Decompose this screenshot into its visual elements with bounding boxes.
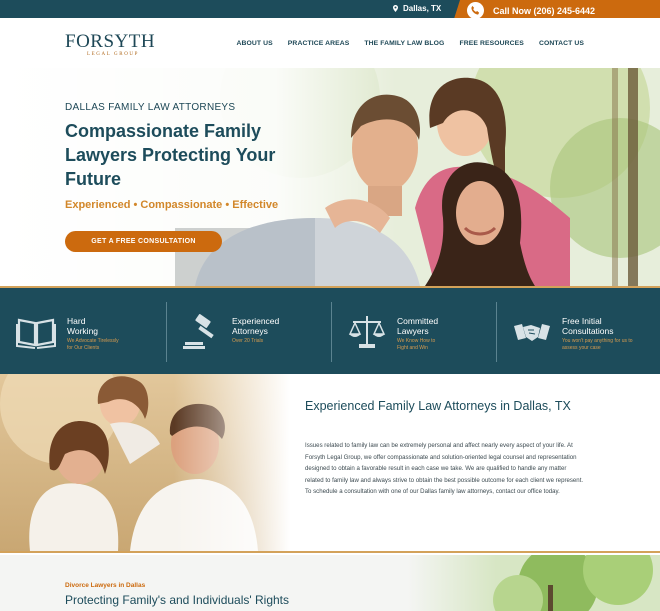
book-icon: [16, 318, 56, 349]
nav-practice-areas[interactable]: PRACTICE AREAS: [288, 40, 350, 47]
divorce-section: Divorce Lawyers in Dallas Protecting Fam…: [0, 555, 660, 611]
main-nav: ABOUT US PRACTICE AREAS THE FAMILY LAW B…: [237, 40, 585, 47]
site-logo[interactable]: FORSYTH LEGAL GROUP: [65, 31, 155, 57]
feature-desc: Over 20 Trials: [232, 338, 264, 344]
feature-committed-lawyers: Committed Lawyers We Know How to Fight a…: [331, 288, 496, 374]
location-text: Dallas, TX: [403, 4, 442, 13]
hero-kicker: DALLAS FAMILY LAW ATTORNEYS: [65, 102, 236, 113]
logo-name: FORSYTH: [65, 31, 156, 52]
trees-image: [408, 555, 660, 611]
feature-desc: We Know How to Fight and Win: [397, 338, 436, 351]
nav-contact-us[interactable]: CONTACT US: [539, 40, 584, 47]
about-body: Issues related to family law can be extr…: [305, 442, 584, 496]
features-bar: Hard Working We Advocate Tirelessly for …: [0, 286, 660, 374]
feature-hard-working: Hard Working We Advocate Tirelessly for …: [0, 288, 165, 374]
hero-section: DALLAS FAMILY LAW ATTORNEYS Compassionat…: [0, 68, 660, 286]
feature-title: Committed Lawyers: [397, 316, 439, 336]
about-heading: Experienced Family Law Attorneys in Dall…: [305, 399, 571, 413]
hero-tagline: Experienced • Compassionate • Effective: [65, 199, 279, 211]
family-photo-2: [0, 374, 290, 551]
map-pin-icon: [393, 5, 398, 12]
nav-free-resources[interactable]: FREE RESOURCES: [459, 40, 523, 47]
free-consultation-button[interactable]: GET A FREE CONSULTATION: [65, 231, 222, 252]
feature-title: Hard Working: [67, 316, 99, 336]
hero-content: DALLAS FAMILY LAW ATTORNEYS Compassionat…: [65, 102, 315, 252]
feature-desc: We Advocate Tirelessly for Our Clients: [67, 338, 119, 351]
feature-experienced-attorneys: Experienced Attorneys Over 20 Trials: [166, 288, 331, 374]
location: Dallas, TX: [392, 0, 441, 18]
feature-title: Experienced Attorneys: [232, 316, 280, 336]
phone-icon: [467, 2, 484, 19]
gavel-icon: [183, 314, 214, 349]
site-header: FORSYTH LEGAL GROUP ABOUT US PRACTICE AR…: [0, 18, 660, 68]
divorce-heading: Protecting Family's and Individuals' Rig…: [65, 593, 290, 607]
feature-title: Free Initial Consultations: [562, 316, 614, 336]
feature-desc: You won't pay anything for us to assess …: [562, 338, 633, 351]
divorce-kicker: Divorce Lawyers in Dallas: [65, 582, 146, 589]
handshake-icon: [514, 324, 550, 341]
hero-title: Compassionate Family Lawyers Protecting …: [65, 121, 276, 189]
nav-about-us[interactable]: ABOUT US: [237, 40, 273, 47]
scales-icon: [348, 316, 386, 348]
about-section: Experienced Family Law Attorneys in Dall…: [0, 374, 660, 553]
feature-free-consultations: Free Initial Consultations You won't pay…: [496, 288, 660, 374]
nav-family-law-blog[interactable]: THE FAMILY LAW BLOG: [364, 40, 444, 47]
